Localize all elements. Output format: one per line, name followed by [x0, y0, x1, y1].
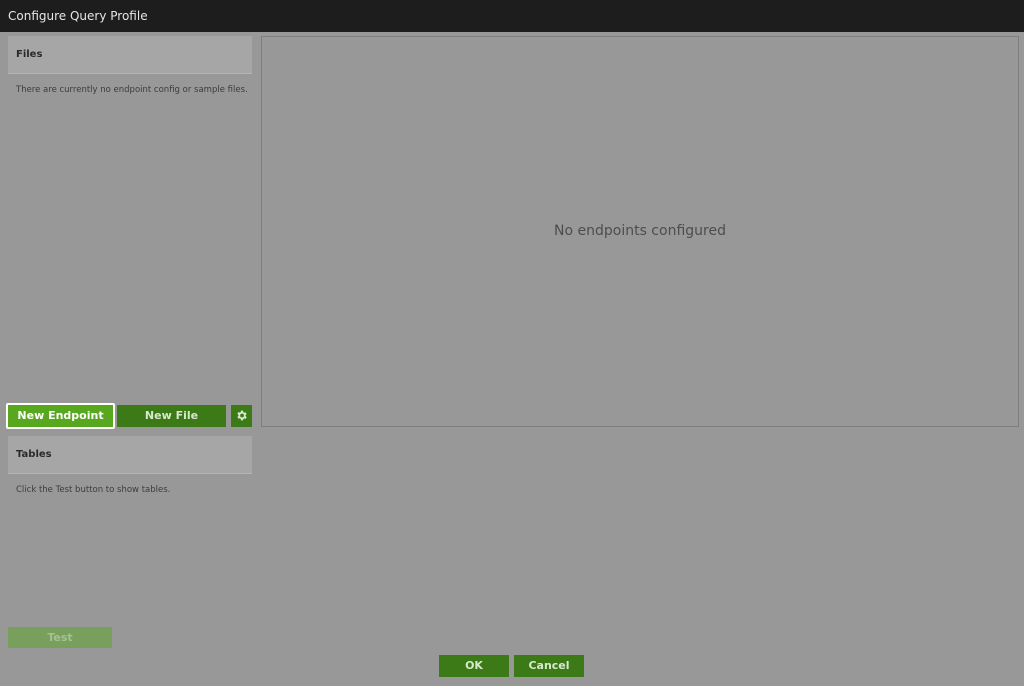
new-endpoint-button[interactable]: New Endpoint [6, 403, 115, 429]
tables-panel-header: Tables [8, 436, 252, 474]
settings-button[interactable] [231, 405, 252, 427]
tables-panel-title: Tables [16, 449, 52, 460]
window-title: Configure Query Profile [8, 9, 148, 23]
no-endpoints-message: No endpoints configured [554, 223, 726, 239]
ok-button[interactable]: OK [439, 655, 509, 677]
files-empty-text: There are currently no endpoint config o… [16, 85, 248, 95]
files-panel-header: Files [8, 36, 252, 74]
gear-icon [231, 409, 252, 422]
files-panel-title: Files [16, 49, 43, 60]
tables-hint-text: Click the Test button to show tables. [16, 485, 171, 495]
cancel-button[interactable]: Cancel [514, 655, 584, 677]
window-titlebar: Configure Query Profile [0, 0, 1024, 32]
new-file-button[interactable]: New File [117, 405, 226, 427]
test-button[interactable]: Test [8, 627, 112, 648]
endpoint-preview-area: No endpoints configured [261, 36, 1019, 427]
